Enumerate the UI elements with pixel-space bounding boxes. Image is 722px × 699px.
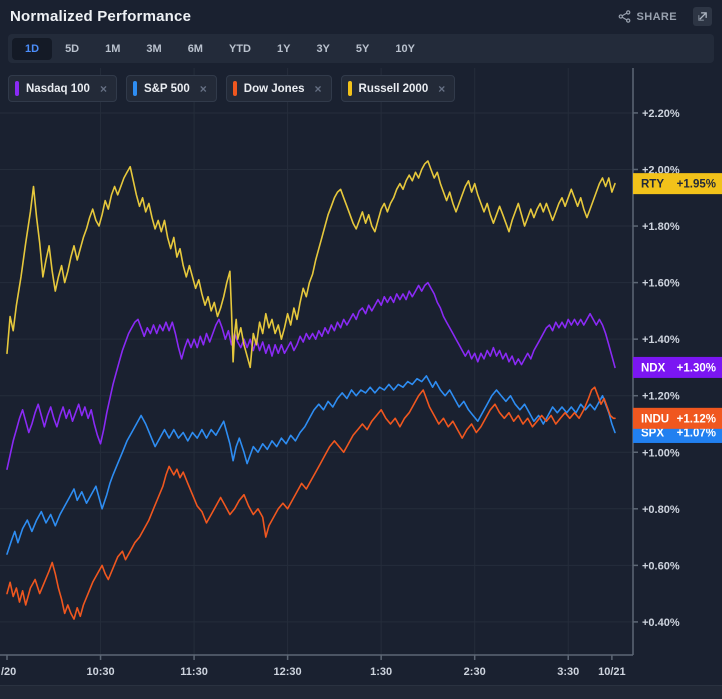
- series-line-INDU: [7, 387, 615, 619]
- badge-value-INDU: +1.12%: [677, 413, 716, 425]
- range-tab-6m[interactable]: 6M: [175, 38, 216, 60]
- panel-header: Normalized Performance SHARE: [0, 0, 722, 33]
- x-tick-label: 10:30: [86, 666, 114, 678]
- range-tab-1d[interactable]: 1D: [12, 38, 52, 60]
- range-tab-3y[interactable]: 3Y: [303, 38, 342, 60]
- series-color-bar: [133, 81, 137, 96]
- legend-chip-dow-jones[interactable]: Dow Jones ×: [226, 75, 332, 102]
- external-link-icon: [697, 11, 708, 22]
- y-tick-label: +1.60%: [642, 278, 680, 290]
- series-color-bar: [233, 81, 237, 96]
- remove-series-icon[interactable]: ×: [200, 82, 207, 96]
- range-tabbar: 1D 5D 1M 3M 6M YTD 1Y 3Y 5Y 10Y: [8, 34, 714, 63]
- y-tick-label: +1.00%: [642, 447, 680, 459]
- range-tab-5d[interactable]: 5D: [52, 38, 92, 60]
- chart-area: +2.20%+2.00%+1.80%+1.60%+1.40%+1.20%+1.0…: [0, 66, 722, 686]
- share-button[interactable]: SHARE: [618, 10, 677, 23]
- normalized-performance-panel: Normalized Performance SHARE: [0, 0, 722, 699]
- badge-ticker-SPX: SPX: [641, 427, 664, 439]
- legend-chip-nasdaq-100[interactable]: Nasdaq 100 ×: [8, 75, 117, 102]
- popout-button[interactable]: [693, 7, 712, 26]
- x-tick-label: 3:30: [557, 666, 579, 678]
- badge-value-RTY: +1.95%: [677, 179, 716, 191]
- badge-value-SPX: +1.07%: [677, 427, 716, 439]
- range-tab-1y[interactable]: 1Y: [264, 38, 303, 60]
- range-tab-ytd[interactable]: YTD: [216, 38, 264, 60]
- y-tick-label: +0.80%: [642, 504, 680, 516]
- range-tab-10y[interactable]: 10Y: [382, 38, 428, 60]
- x-tick-label: 1:30: [370, 666, 392, 678]
- page-title: Normalized Performance: [10, 8, 191, 25]
- series-legend: Nasdaq 100 × S&P 500 × Dow Jones × Russe…: [8, 75, 455, 102]
- x-tick-label: 11:30: [180, 666, 208, 678]
- series-color-bar: [15, 81, 19, 96]
- share-nodes-icon: [618, 10, 631, 23]
- bottom-panel-edge: [0, 685, 722, 699]
- range-tab-3m[interactable]: 3M: [133, 38, 174, 60]
- y-tick-label: +2.20%: [642, 108, 680, 120]
- y-tick-label: +1.80%: [642, 221, 680, 233]
- x-tick-label: 12:30: [274, 666, 302, 678]
- legend-chip-russell-2000[interactable]: Russell 2000 ×: [341, 75, 456, 102]
- badge-ticker-INDU: INDU: [641, 413, 669, 425]
- remove-series-icon[interactable]: ×: [100, 82, 107, 96]
- legend-chip-sp-500[interactable]: S&P 500 ×: [126, 75, 217, 102]
- badge-ticker-RTY: RTY: [641, 179, 664, 191]
- x-tick-label: 2:30: [464, 666, 486, 678]
- y-tick-label: +0.40%: [642, 617, 680, 629]
- range-tab-5y[interactable]: 5Y: [343, 38, 382, 60]
- x-tick-label: /20: [1, 666, 16, 678]
- remove-series-icon[interactable]: ×: [315, 82, 322, 96]
- share-label: SHARE: [636, 11, 677, 23]
- x-tick-label: 10/21: [598, 666, 626, 678]
- badge-value-NDX: +1.30%: [677, 362, 716, 374]
- series-color-bar: [348, 81, 352, 96]
- range-tab-1m[interactable]: 1M: [92, 38, 133, 60]
- remove-series-icon[interactable]: ×: [438, 82, 445, 96]
- series-line-SPX: [7, 376, 615, 554]
- y-tick-label: +1.40%: [642, 334, 680, 346]
- performance-chart[interactable]: +2.20%+2.00%+1.80%+1.60%+1.40%+1.20%+1.0…: [0, 66, 722, 686]
- badge-ticker-NDX: NDX: [641, 362, 666, 374]
- y-tick-label: +0.60%: [642, 560, 680, 572]
- series-line-NDX: [7, 283, 615, 470]
- y-tick-label: +1.20%: [642, 391, 680, 403]
